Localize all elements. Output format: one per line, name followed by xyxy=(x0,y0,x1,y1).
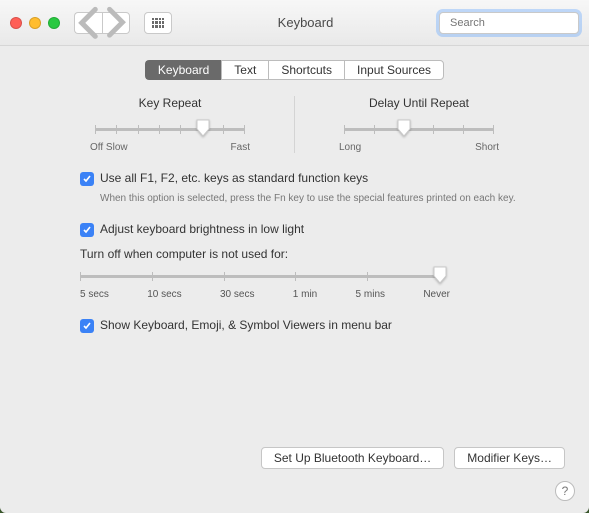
menubar-checkbox[interactable]: Show Keyboard, Emoji, & Symbol Viewers i… xyxy=(80,318,525,333)
top-sliders: Key Repeat Off Slow Fast Delay Until Rep… xyxy=(54,96,535,153)
tab-text[interactable]: Text xyxy=(221,60,268,80)
fn-keys-label: Use all F1, F2, etc. keys as standard fu… xyxy=(100,171,368,185)
tab-bar: Keyboard Text Shortcuts Input Sources xyxy=(24,60,565,80)
backlight-off-group: Turn off when computer is not used for: … xyxy=(80,247,525,300)
delay-slider[interactable] xyxy=(344,122,494,136)
delay-labels: Long Short xyxy=(339,142,499,153)
checkbox-icon xyxy=(80,172,94,186)
key-repeat-labels: Off Slow Fast xyxy=(90,142,250,153)
grid-icon xyxy=(152,18,164,28)
minimize-icon[interactable] xyxy=(29,17,41,29)
window-title: Keyboard xyxy=(180,15,431,30)
brightness-checkbox[interactable]: Adjust keyboard brightness in low light xyxy=(80,222,525,237)
key-repeat-title: Key Repeat xyxy=(139,96,202,110)
delay-until-repeat-group: Delay Until Repeat Long Short xyxy=(303,96,535,153)
back-button[interactable] xyxy=(74,12,102,34)
key-repeat-group: Key Repeat Off Slow Fast xyxy=(54,96,286,153)
zoom-icon[interactable] xyxy=(48,17,60,29)
pane-body: Keyboard Text Shortcuts Input Sources Ke… xyxy=(0,46,589,513)
backlight-off-title: Turn off when computer is not used for: xyxy=(80,247,525,261)
checkbox-icon xyxy=(80,223,94,237)
bluetooth-keyboard-button[interactable]: Set Up Bluetooth Keyboard… xyxy=(261,447,444,469)
titlebar: Keyboard xyxy=(0,0,589,46)
window-controls xyxy=(10,17,60,29)
modifier-keys-button[interactable]: Modifier Keys… xyxy=(454,447,565,469)
brightness-label: Adjust keyboard brightness in low light xyxy=(100,222,304,236)
backlight-off-slider[interactable] xyxy=(80,269,440,283)
checkbox-icon xyxy=(80,319,94,333)
tab-input-sources[interactable]: Input Sources xyxy=(344,60,444,80)
slider-thumb-icon[interactable] xyxy=(396,119,412,137)
forward-button[interactable] xyxy=(102,12,130,34)
help-button[interactable]: ? xyxy=(555,481,575,501)
show-all-button[interactable] xyxy=(144,12,172,34)
divider xyxy=(294,96,295,153)
menubar-label: Show Keyboard, Emoji, & Symbol Viewers i… xyxy=(100,318,392,332)
chevron-left-icon xyxy=(75,6,102,40)
tab-shortcuts[interactable]: Shortcuts xyxy=(268,60,344,80)
search-input[interactable] xyxy=(450,17,589,29)
key-repeat-slider[interactable] xyxy=(95,122,245,136)
search-field[interactable] xyxy=(439,12,579,34)
fn-keys-hint: When this option is selected, press the … xyxy=(100,192,525,206)
tab-keyboard[interactable]: Keyboard xyxy=(145,60,221,80)
keyboard-prefs-window: Keyboard Keyboard Text Shortcuts Input S… xyxy=(0,0,589,513)
fn-keys-checkbox[interactable]: Use all F1, F2, etc. keys as standard fu… xyxy=(80,171,525,186)
slider-thumb-icon[interactable] xyxy=(432,266,448,284)
options-list: Use all F1, F2, etc. keys as standard fu… xyxy=(80,171,525,333)
footer-buttons: Set Up Bluetooth Keyboard… Modifier Keys… xyxy=(261,447,565,469)
close-icon[interactable] xyxy=(10,17,22,29)
delay-title: Delay Until Repeat xyxy=(369,96,469,110)
chevron-right-icon xyxy=(103,6,129,39)
backlight-off-labels: 5 secs10 secs30 secs1 min5 minsNever xyxy=(80,289,450,300)
nav-buttons xyxy=(74,12,130,34)
slider-thumb-icon[interactable] xyxy=(195,119,211,137)
